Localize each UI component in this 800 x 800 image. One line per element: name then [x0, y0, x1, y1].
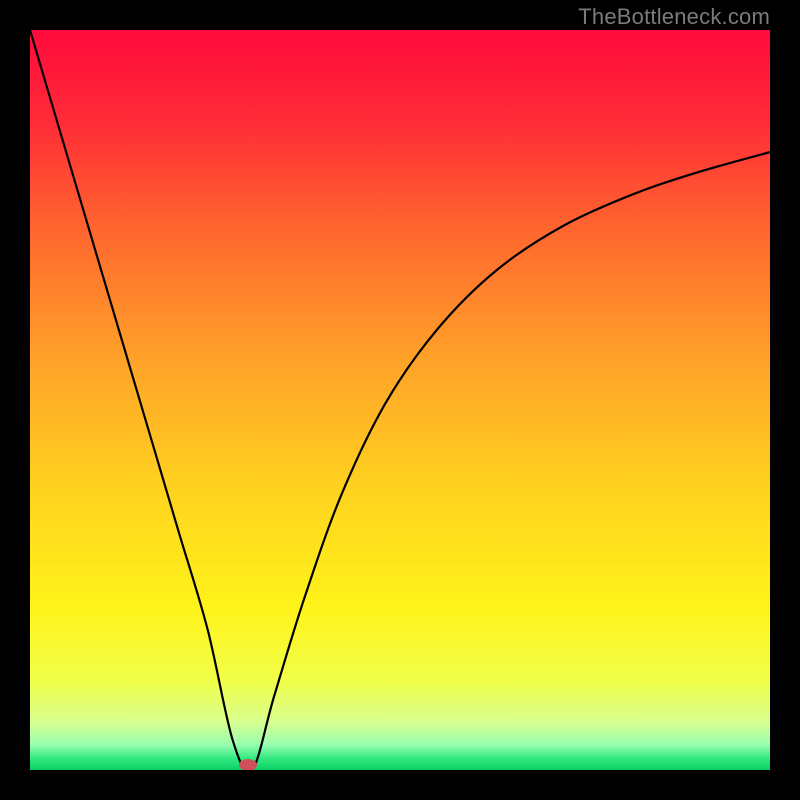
chart-stage: TheBottleneck.com [0, 0, 800, 800]
bottleneck-curve [30, 30, 770, 770]
watermark-text: TheBottleneck.com [578, 4, 770, 30]
curve-layer [30, 30, 770, 770]
plot-area [30, 30, 770, 770]
